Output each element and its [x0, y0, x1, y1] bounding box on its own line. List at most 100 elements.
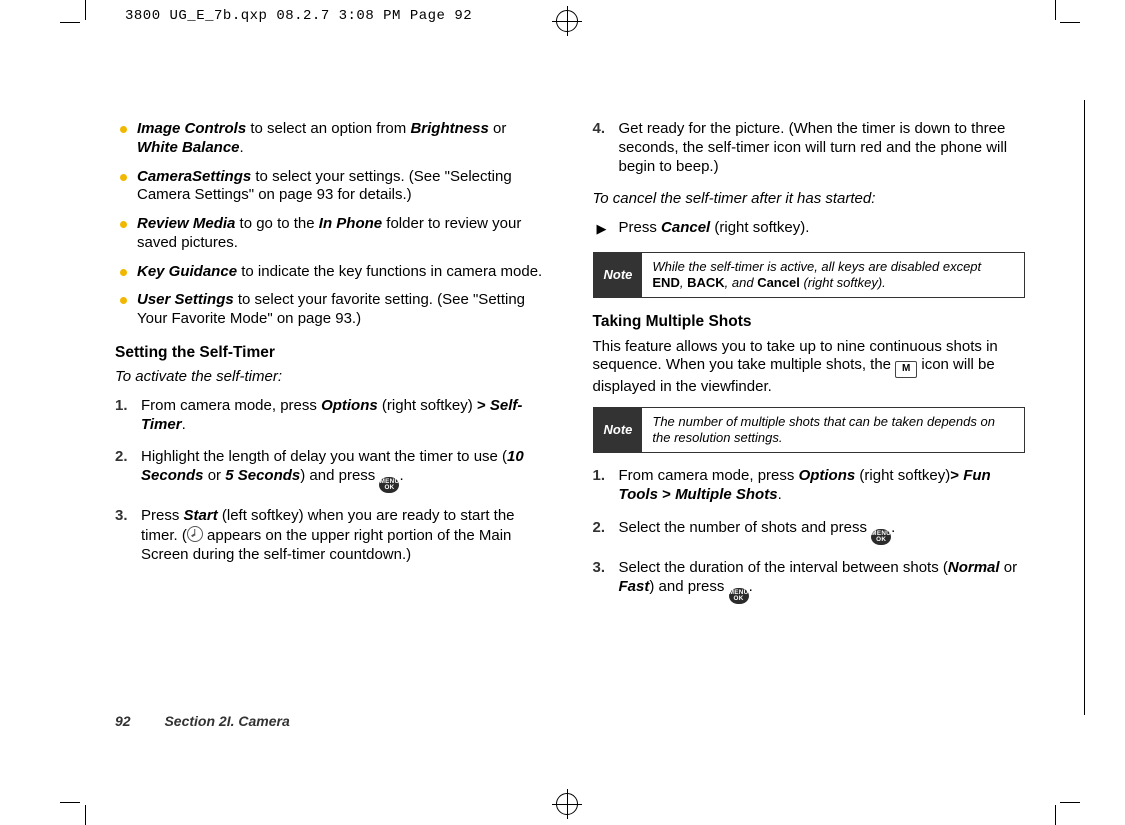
multishot-icon: M — [895, 361, 917, 378]
term: Fast — [619, 578, 650, 595]
term: Brightness — [410, 120, 488, 137]
list-item: Review Media to go to the In Phone folde… — [115, 215, 548, 253]
crop-mark — [60, 22, 80, 23]
text: . — [240, 139, 244, 156]
sublead: To cancel the self-timer after it has st… — [593, 190, 1026, 209]
list-item: Image Controls to select an option from … — [115, 120, 548, 158]
text: Select the number of shots and press — [619, 519, 872, 536]
step-number: 2. — [593, 519, 606, 538]
text: Select the duration of the interval betw… — [619, 559, 948, 576]
left-column: Image Controls to select an option from … — [115, 120, 548, 710]
step-item: 3. Select the duration of the interval b… — [593, 559, 1026, 604]
text: From camera mode, press — [619, 467, 799, 484]
text: (right softkey) — [855, 467, 950, 484]
right-column: 4. Get ready for the picture. (When the … — [593, 120, 1026, 710]
text: to select an option from — [246, 120, 410, 137]
text: (right softkey). — [710, 219, 809, 236]
text: . — [399, 467, 403, 484]
note-label: Note — [594, 253, 643, 298]
term: CameraSettings — [137, 168, 251, 185]
list-item: Key Guidance to indicate the key functio… — [115, 263, 548, 282]
list-item: User Settings to select your favorite se… — [115, 291, 548, 329]
text: Press — [141, 507, 184, 524]
text: or — [204, 467, 226, 484]
step-item: 1. From camera mode, press Options (righ… — [115, 397, 548, 435]
note-label: Note — [594, 408, 643, 453]
text: and — [732, 275, 757, 290]
text: to indicate the key functions in camera … — [237, 263, 542, 280]
crop-mark — [1060, 802, 1080, 803]
term: White Balance — [137, 139, 240, 156]
text: While the self-timer is active, all keys… — [652, 259, 981, 274]
menu-ok-icon: MENUOK — [871, 529, 891, 545]
gt: > — [950, 467, 959, 484]
term: Normal — [948, 559, 1000, 576]
menu-ok-icon: MENUOK — [379, 477, 399, 493]
list-item: CameraSettings to select your settings. … — [115, 168, 548, 206]
term: In Phone — [319, 215, 382, 232]
text: . — [891, 519, 895, 536]
section-label: Section 2I. Camera — [164, 713, 289, 729]
step-number: 1. — [115, 397, 128, 416]
bullet-icon — [120, 297, 127, 304]
text: Press — [619, 219, 662, 236]
arrow-step: ▶ Press Cancel (right softkey). — [593, 219, 1026, 238]
step-item: 1. From camera mode, press Options (righ… — [593, 467, 1026, 505]
text: or — [1000, 559, 1018, 576]
steps-list: 1. From camera mode, press Options (righ… — [593, 467, 1026, 604]
page-footer: 92 Section 2I. Camera — [115, 713, 290, 729]
step-number: 1. — [593, 467, 606, 486]
term: Cancel — [661, 219, 710, 236]
step-number: 3. — [115, 507, 128, 526]
term: Key Guidance — [137, 263, 237, 280]
steps-list: 1. From camera mode, press Options (righ… — [115, 397, 548, 565]
crop-mark — [60, 802, 80, 803]
text: (right softkey). — [800, 275, 886, 290]
bullet-icon — [120, 174, 127, 181]
crop-mark — [1055, 805, 1056, 825]
bullet-icon — [120, 221, 127, 228]
term: Multiple Shots — [675, 486, 778, 503]
heading-multiple-shots: Taking Multiple Shots — [593, 312, 1026, 331]
text: ) and press — [300, 467, 379, 484]
note-box: Note While the self-timer is active, all… — [593, 252, 1026, 299]
term: Options — [321, 397, 378, 414]
text: . — [182, 416, 186, 433]
bullet-icon — [120, 126, 127, 133]
key-name: BACK — [687, 275, 725, 290]
intro-text: This feature allows you to take up to ni… — [593, 338, 1026, 397]
step-item: 2. Select the number of shots and press … — [593, 519, 1026, 545]
term: User Settings — [137, 291, 234, 308]
page-content: Image Controls to select an option from … — [115, 120, 1025, 710]
text: Get ready for the picture. (When the tim… — [619, 120, 1008, 175]
term: Review Media — [137, 215, 235, 232]
note-text: The number of multiple shots that can be… — [642, 408, 1024, 453]
option-list: Image Controls to select an option from … — [115, 120, 548, 329]
crop-mark — [85, 805, 86, 825]
text: Highlight the length of delay you want t… — [141, 448, 507, 465]
text: to go to the — [235, 215, 318, 232]
crop-mark — [1060, 22, 1080, 23]
term: Options — [799, 467, 856, 484]
key-name: Cancel — [757, 275, 800, 290]
step-number: 2. — [115, 448, 128, 467]
crop-mark — [1055, 0, 1056, 20]
bullet-icon — [120, 269, 127, 276]
note-box: Note The number of multiple shots that c… — [593, 407, 1026, 454]
menu-ok-icon: MENUOK — [729, 588, 749, 604]
step-number: 3. — [593, 559, 606, 578]
clock-icon — [187, 526, 203, 542]
term: Start — [184, 507, 218, 524]
text: From camera mode, press — [141, 397, 321, 414]
gt: > — [658, 486, 675, 503]
text: , — [680, 275, 687, 290]
steps-continued: 4. Get ready for the picture. (When the … — [593, 120, 1026, 176]
print-slug: 3800 UG_E_7b.qxp 08.2.7 3:08 PM Page 92 — [125, 8, 472, 24]
arrow-icon: ▶ — [597, 221, 607, 237]
registration-mark-icon — [556, 10, 578, 32]
key-name: END — [652, 275, 679, 290]
step-number: 4. — [593, 120, 606, 139]
step-item: 4. Get ready for the picture. (When the … — [593, 120, 1026, 176]
note-text: While the self-timer is active, all keys… — [642, 253, 1024, 298]
page-number: 92 — [115, 713, 131, 729]
